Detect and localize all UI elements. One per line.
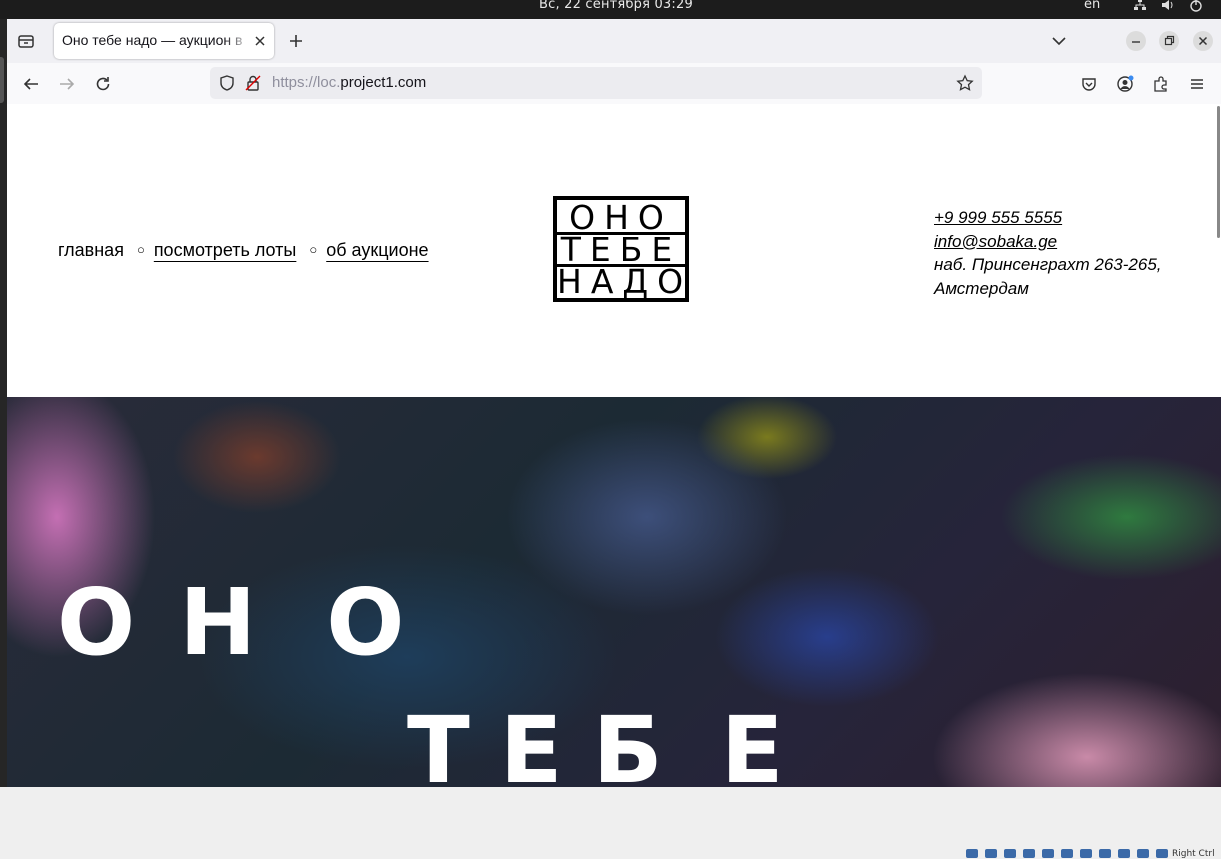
hero-line-2: ТЕБЕ — [407, 697, 784, 787]
account-icon[interactable] — [1116, 75, 1134, 93]
hamburger-menu-icon[interactable] — [1188, 75, 1206, 93]
cpu-icon[interactable] — [1118, 849, 1130, 858]
nav-separator: ○ — [309, 242, 318, 257]
restore-button[interactable] — [1159, 31, 1179, 51]
hero-letter: О — [326, 569, 405, 676]
shield-icon[interactable] — [218, 74, 236, 92]
url-scheme: https://loc. — [272, 74, 341, 91]
close-window-button[interactable] — [1193, 31, 1213, 51]
dock-active-indicator — [0, 57, 4, 103]
hero-banner: ОНО ТЕБЕ — [7, 397, 1221, 787]
hero-letter: Б — [592, 697, 663, 787]
vm-status-tray: Right Ctrl — [960, 846, 1221, 859]
nav-link-lots[interactable]: посмотреть лоты — [154, 240, 297, 261]
hero-letter: Т — [407, 697, 470, 787]
url-host: project1.com — [340, 74, 427, 91]
close-icon[interactable] — [252, 33, 268, 49]
power-icon[interactable] — [1189, 0, 1203, 12]
site-navigation: главная ○ посмотреть лоты ○ об аукционе — [58, 240, 429, 261]
lock-insecure-icon[interactable] — [244, 74, 262, 92]
bookmark-star-icon[interactable] — [956, 74, 974, 92]
hero-letter: О — [57, 569, 136, 676]
contact-info: +9 999 555 5555 info@sobaka.ge наб. Прин… — [934, 206, 1162, 300]
keyboard-icon[interactable] — [1156, 849, 1168, 858]
keyboard-language-indicator[interactable]: en — [1084, 0, 1100, 12]
hero-letter: Н — [179, 569, 257, 676]
site-logo[interactable]: ОНО ТЕБЕ НАДО — [553, 196, 689, 302]
display-icon[interactable] — [1080, 849, 1092, 858]
tab-title-fade — [224, 29, 252, 53]
phone-link[interactable]: +9 999 555 5555 — [934, 206, 1162, 230]
restore-icon — [1164, 35, 1175, 46]
close-icon — [1198, 36, 1208, 46]
page-scrollbar[interactable] — [1217, 106, 1220, 238]
extensions-icon[interactable] — [1152, 75, 1170, 93]
pocket-icon[interactable] — [1080, 75, 1098, 93]
usb-icon[interactable] — [1042, 849, 1054, 858]
hard-disk-icon[interactable] — [966, 849, 978, 858]
firefox-view-icon[interactable] — [17, 32, 35, 50]
system-top-bar: Вс, 22 сентября 03:29 en — [0, 0, 1221, 19]
mouse-integration-icon[interactable] — [1137, 849, 1149, 858]
minimize-button[interactable] — [1126, 31, 1146, 51]
chevron-down-icon[interactable] — [1051, 34, 1067, 48]
system-clock[interactable]: Вс, 22 сентября 03:29 — [539, 0, 693, 12]
address-line-1: наб. Принсенграхт 263-265, — [934, 255, 1162, 274]
hero-letter: Е — [720, 697, 784, 787]
network-icon[interactable] — [1133, 0, 1147, 12]
minimize-icon — [1132, 41, 1140, 43]
optical-drive-icon[interactable] — [985, 849, 997, 858]
hero-line-1: ОНО — [57, 569, 404, 676]
nav-separator: ○ — [136, 242, 145, 257]
dock-strip — [0, 19, 7, 787]
email-link[interactable]: info@sobaka.ge — [934, 230, 1162, 254]
nav-link-home[interactable]: главная — [58, 240, 124, 261]
host-key-label: Right Ctrl — [1172, 849, 1215, 859]
recording-icon[interactable] — [1099, 849, 1111, 858]
hero-letter: Е — [499, 697, 563, 787]
address-line-2: Амстердам — [934, 278, 1029, 298]
browser-navigation-bar: https://loc.project1.com — [7, 63, 1221, 105]
web-page: главная ○ посмотреть лоты ○ об аукционе ОНО … — [7, 104, 1221, 787]
reload-icon[interactable] — [94, 75, 112, 93]
nav-link-about[interactable]: об аукционе — [326, 240, 428, 261]
network-adapter-icon[interactable] — [1023, 849, 1035, 858]
active-tab[interactable]: Оно тебе надо — аукцион в — [54, 23, 274, 59]
plus-icon[interactable] — [288, 33, 304, 49]
forward-arrow-icon[interactable] — [58, 75, 76, 93]
tab-title: Оно тебе надо — аукцион в — [62, 32, 243, 48]
shared-folders-icon[interactable] — [1061, 849, 1073, 858]
address-bar[interactable]: https://loc.project1.com — [210, 67, 982, 99]
volume-icon[interactable] — [1161, 0, 1175, 12]
audio-icon[interactable] — [1004, 849, 1016, 858]
url-text[interactable]: https://loc.project1.com — [272, 74, 426, 91]
back-arrow-icon[interactable] — [22, 75, 40, 93]
browser-tab-strip: Оно тебе надо — аукцион в — [7, 19, 1221, 63]
logo-row-3: НАДО — [557, 262, 693, 301]
